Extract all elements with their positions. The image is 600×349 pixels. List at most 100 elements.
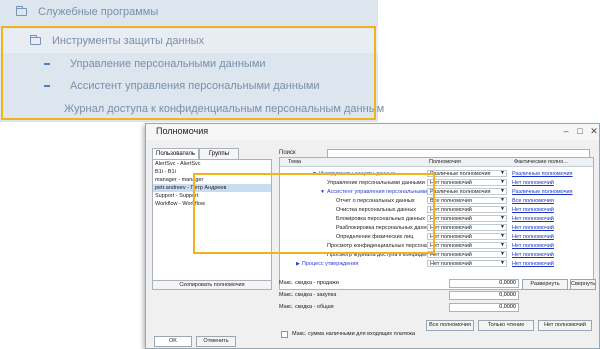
dropdown-arrow-icon: ▼	[500, 170, 505, 176]
table-row[interactable]: ▼ Ассистент управления персональными данн…	[280, 188, 593, 196]
permission-select[interactable]: Нет полномочий ▼	[427, 215, 507, 222]
field-label-sales-discount: Макс. скидка - продажи	[279, 280, 339, 286]
dropdown-arrow-icon: ▼	[500, 260, 505, 266]
cash-limit-label: Макс. сумма наличными для входящих плате…	[292, 331, 416, 337]
table-row[interactable]: Блокировка персональных данных Нет полно…	[280, 215, 593, 223]
expand-button[interactable]: Развернуть	[522, 279, 568, 290]
table-row[interactable]: Определение физических лиц Нет полномочи…	[280, 233, 593, 241]
dialog-titlebar[interactable]: Полномочия – □ ✕	[146, 124, 599, 140]
maximize-icon[interactable]: □	[573, 124, 587, 138]
dialog-title: Полномочия	[156, 126, 209, 136]
grid-header: Тема Полномочия Фактические полно...	[280, 158, 593, 167]
actual-permission-link[interactable]: Различные полномочия	[512, 188, 573, 196]
tab-users[interactable]: Пользователь	[152, 148, 199, 159]
main-menu: Служебные программы Инструменты защиты д…	[0, 0, 384, 122]
table-row[interactable]: Разблокировка персональных данных Нет по…	[280, 224, 593, 232]
minimize-icon[interactable]: –	[559, 124, 573, 138]
actual-permission-link[interactable]: Нет полномочий	[512, 179, 554, 187]
field-label-general-discount: Макс. скидка - общая	[279, 304, 334, 310]
folder-icon	[16, 6, 27, 16]
permission-select[interactable]: Нет полномочий ▼	[427, 260, 507, 267]
users-list: AlertSvc - AlertSvc B1i - B1i manager - …	[152, 159, 272, 286]
list-item[interactable]: manager - manager	[153, 176, 271, 184]
permission-select[interactable]: Различные полномочия ▼	[427, 188, 507, 195]
permission-value: Различные полномочия	[430, 171, 491, 177]
permission-select[interactable]: Нет полномочий ▼	[427, 224, 507, 231]
permission-select[interactable]: Нет полномочий ▼	[427, 206, 507, 213]
tab-groups[interactable]: Группы	[199, 148, 239, 159]
cancel-button[interactable]: Отменить	[196, 336, 236, 347]
screenshot-stage: Служебные программы Инструменты защиты д…	[0, 0, 600, 349]
permission-value: Нет полномочий	[430, 234, 472, 240]
permission-value: Нет полномочий	[430, 180, 472, 186]
expand-triangle-icon[interactable]: ▼	[320, 189, 325, 195]
dropdown-arrow-icon: ▼	[500, 197, 505, 203]
dropdown-arrow-icon: ▼	[500, 188, 505, 194]
actual-permission-link[interactable]: Нет полномочий	[512, 242, 554, 250]
actual-permission-link[interactable]: Нет полномочий	[512, 251, 554, 259]
table-row[interactable]: Очистка персональных данных Нет полномоч…	[280, 206, 593, 214]
actual-permission-link[interactable]: Нет полномочий	[512, 215, 554, 223]
column-header-theme[interactable]: Тема	[288, 159, 301, 165]
permission-value: Нет полномочий	[430, 252, 472, 258]
table-row[interactable]: Управление персональными данными Нет пол…	[280, 179, 593, 187]
no-permissions-button[interactable]: Нет полномочий	[538, 320, 592, 331]
search-label: Поиск	[279, 150, 296, 156]
dropdown-arrow-icon: ▼	[500, 206, 505, 212]
permission-value: Нет полномочий	[430, 243, 472, 249]
list-item[interactable]: petr.andreev - Петр Андреев	[153, 184, 271, 192]
table-row[interactable]: ▼ Инструменты защиты данных Различные пол…	[280, 170, 593, 178]
collapse-button[interactable]: Свернуть	[570, 279, 596, 290]
permission-select[interactable]: Различные полномочия ▼	[427, 170, 507, 177]
menu-item-utilities[interactable]: Служебные программы	[0, 3, 378, 21]
column-header-permission[interactable]: Полномочия	[429, 159, 461, 165]
actual-permission-link[interactable]: Различные полномочия	[512, 170, 573, 178]
actual-permission-link[interactable]: Нет полномочий	[512, 224, 554, 232]
copy-permissions-button[interactable]: Скопировать полномочия	[152, 280, 272, 290]
permission-value: Все полномочия	[430, 198, 472, 204]
list-item[interactable]: Workflow - Workflow	[153, 200, 271, 208]
cash-limit-checkbox[interactable]	[281, 331, 288, 338]
row-name: ▶ Процесс утверждения	[296, 260, 438, 268]
sales-discount-input[interactable]: 0,0000	[449, 279, 519, 288]
permission-select[interactable]: Нет полномочий ▼	[427, 251, 507, 258]
expand-triangle-icon[interactable]: ▶	[296, 261, 300, 267]
all-permissions-button[interactable]: Все полномочия	[426, 320, 474, 331]
dropdown-arrow-icon: ▼	[500, 233, 505, 239]
dropdown-arrow-icon: ▼	[500, 224, 505, 230]
dropdown-arrow-icon: ▼	[500, 215, 505, 221]
actual-permission-link[interactable]: Нет полномочий	[512, 233, 554, 241]
list-item[interactable]: AlertSvc - AlertSvc	[153, 160, 271, 168]
actual-permission-link[interactable]: Нет полномочий	[512, 206, 554, 214]
dropdown-arrow-icon: ▼	[500, 179, 505, 185]
general-discount-input[interactable]: 0,0000	[449, 303, 519, 312]
permission-select[interactable]: Нет полномочий ▼	[427, 179, 507, 186]
close-icon[interactable]: ✕	[587, 124, 600, 138]
ok-button[interactable]: OK	[154, 336, 192, 347]
permission-select[interactable]: Все полномочия ▼	[427, 197, 507, 204]
dropdown-arrow-icon: ▼	[500, 251, 505, 257]
authorizations-dialog: Полномочия – □ ✕ Пользователь Группы Ale…	[145, 123, 600, 349]
permission-value: Нет полномочий	[430, 207, 472, 213]
column-header-actual[interactable]: Фактические полно...	[514, 159, 568, 165]
purchase-discount-input[interactable]: 0,0000	[449, 291, 519, 300]
expand-triangle-icon[interactable]: ▼	[312, 171, 317, 177]
table-row[interactable]: Отчет о персональных данных Все полномоч…	[280, 197, 593, 205]
permission-select[interactable]: Нет полномочий ▼	[427, 242, 507, 249]
actual-permission-link[interactable]: Нет полномочий	[512, 260, 554, 268]
read-only-button[interactable]: Только чтение	[478, 320, 534, 331]
permission-value: Нет полномочий	[430, 216, 472, 222]
menu-item-label: Служебные программы	[38, 6, 159, 18]
permission-value: Различные полномочия	[430, 189, 491, 195]
permission-value: Нет полномочий	[430, 225, 472, 231]
actual-permission-link[interactable]: Все полномочия	[512, 197, 554, 205]
table-row[interactable]: Просмотр конфиденциальных персональных..…	[280, 242, 593, 250]
field-label-purchase-discount: Макс. скидка - закупка	[279, 292, 337, 298]
list-item[interactable]: B1i - B1i	[153, 168, 271, 176]
dropdown-arrow-icon: ▼	[500, 242, 505, 248]
list-item[interactable]: Support - Support	[153, 192, 271, 200]
table-row[interactable]: Просмотр журнала доступа к конфиденциаль…	[280, 251, 593, 259]
permission-select[interactable]: Нет полномочий ▼	[427, 233, 507, 240]
highlight-frame	[1, 26, 376, 120]
table-row[interactable]: ▶ Процесс утверждения Нет полномочий ▼ Нет…	[280, 260, 593, 268]
